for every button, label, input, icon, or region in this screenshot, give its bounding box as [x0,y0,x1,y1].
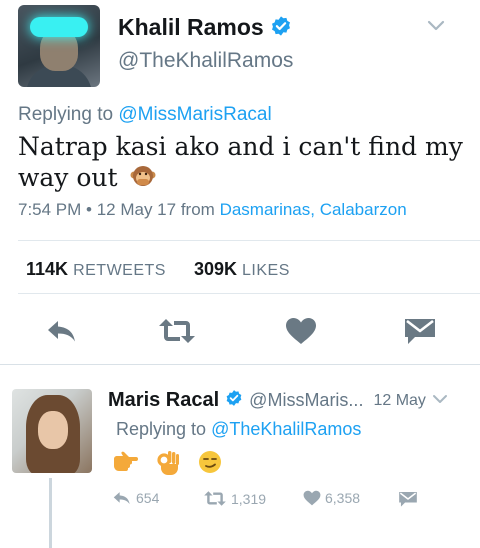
likes-count[interactable]: 309K [194,259,237,279]
retweet-count: 1,319 [231,490,267,507]
reply-dm-button[interactable] [398,490,422,508]
verified-badge-icon [270,15,292,41]
heart-icon [286,318,316,344]
retweets-count[interactable]: 114K [26,259,68,279]
thread-connector-line [49,478,52,548]
reply-count: 654 [136,490,160,506]
reply-icon [113,492,130,505]
likes-label[interactable]: LIKES [242,262,290,279]
retweets-label[interactable]: RETWEETS [73,262,166,279]
reply-icon [48,321,75,342]
like-count: 6,358 [325,490,361,506]
tweet-stats: 114K RETWEETS 309K LIKES [26,259,290,280]
speak-no-evil-monkey-icon [130,163,156,196]
replying-to-link[interactable]: @TheKhalilRamos [211,419,361,439]
chevron-down-icon[interactable] [432,392,448,410]
chevron-down-icon[interactable] [426,18,446,37]
direct-message-button[interactable] [400,312,440,350]
reply-emoji-text [112,450,222,480]
replying-to-link[interactable]: @MissMarisRacal [118,104,271,125]
like-button[interactable] [281,312,321,350]
tweet-text: Natrap kasi ako and i can't find my way … [18,131,468,196]
section-divider [0,364,480,365]
author-name[interactable]: Khalil Ramos [118,14,264,41]
reply-time[interactable]: 12 May [373,392,425,410]
reply-author-handle[interactable]: @MissMaris... [249,390,363,411]
author-name-row: Khalil Ramos [118,14,292,41]
from-prefix: from [180,200,215,219]
heart-icon [303,490,321,506]
tweet-meta: 7:54 PM • 12 May 17 from Dasmarinas, Cal… [18,200,407,220]
divider [18,240,480,241]
reply-retweet-button[interactable]: 1,319 [203,490,266,507]
divider [18,293,480,294]
reply-author-avatar[interactable] [12,389,92,473]
replying-to-prefix: Replying to [116,419,212,439]
author-handle[interactable]: @TheKhalilRamos [118,49,293,73]
direct-message-icon [405,319,435,344]
retweet-icon [159,319,195,343]
reply-header: Maris Racal @MissMaris... 12 May [108,389,448,412]
tweet-location-link[interactable]: Dasmarinas, Calabarzon [220,200,407,219]
ok-hand-icon [156,450,180,480]
pointing-right-hand-icon [112,450,138,480]
reply-author-name[interactable]: Maris Racal [108,389,219,412]
smirking-face-icon [198,450,222,480]
replying-to-line: Replying to @MissMarisRacal [18,104,272,126]
reply-like-button[interactable]: 6,358 [303,490,360,506]
reply-reply-button[interactable]: 654 [112,490,159,506]
direct-message-icon [399,491,417,507]
author-avatar[interactable] [18,5,100,87]
replying-to-prefix: Replying to [18,104,119,125]
reply-replying-to-line: Replying to @TheKhalilRamos [116,419,361,440]
reply-button[interactable] [42,312,82,350]
retweet-icon [204,491,226,506]
tweet-timestamp[interactable]: 7:54 PM • 12 May 17 [18,200,176,219]
verified-badge-icon [225,389,243,412]
tweet-text-content: Natrap kasi ako and i can't find my way … [18,132,463,192]
retweet-button[interactable] [157,312,197,350]
